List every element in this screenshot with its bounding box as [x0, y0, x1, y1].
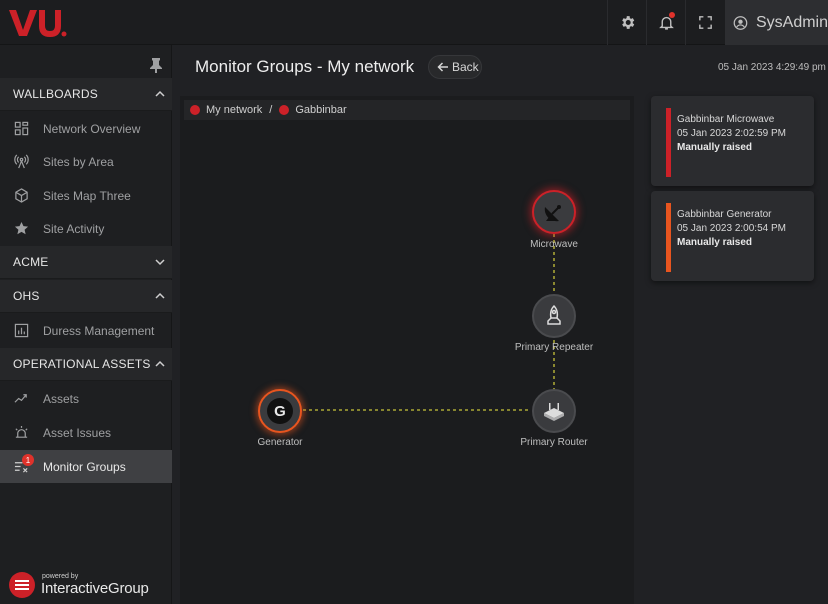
current-datetime: 05 Jan 2023 4:29:49 pm [718, 62, 826, 73]
breadcrumb: My network / Gabbinbar [184, 100, 630, 120]
user-avatar-icon [733, 15, 748, 30]
antenna-icon [14, 154, 29, 169]
sidebar-item-label: Monitor Groups [43, 459, 126, 474]
pin-icon[interactable] [149, 57, 163, 73]
breadcrumb-separator: / [269, 104, 273, 116]
settings-button[interactable] [607, 0, 646, 45]
alert-time: 05 Jan 2023 2:00:54 PM [677, 223, 786, 234]
arrow-left-icon [437, 62, 448, 72]
section-title: WALLBOARDS [13, 87, 98, 101]
rocket-icon [547, 304, 561, 325]
cube-icon [15, 188, 28, 203]
breadcrumb-item[interactable]: Gabbinbar [295, 104, 346, 116]
alert-title: Gabbinbar Microwave [677, 114, 775, 125]
generator-icon: G [267, 398, 293, 424]
sidebar-item-asset-issues[interactable]: Asset Issues [0, 416, 172, 449]
star-icon [14, 221, 29, 235]
user-name: SysAdmin [755, 13, 828, 31]
sidebar-item-sites-by-area[interactable]: Sites by Area [0, 145, 172, 178]
notification-dot [669, 12, 675, 18]
chevron-up-icon [155, 90, 165, 97]
alert-card[interactable]: Gabbinbar Generator 05 Jan 2023 2:00:54 … [651, 191, 814, 281]
powered-by-text: powered by [42, 573, 79, 580]
router-icon [544, 403, 564, 421]
node-primary-repeater[interactable] [532, 294, 576, 338]
status-dot [190, 105, 200, 115]
vu-logo[interactable] [7, 6, 67, 40]
satellite-dish-icon [544, 205, 561, 222]
chevron-up-icon [155, 292, 165, 299]
powered-by-brand: InteractiveGroup [41, 580, 149, 597]
sidebar-item-monitor-groups[interactable]: 1 Monitor Groups [0, 450, 172, 483]
chevron-up-icon [155, 360, 165, 367]
interactive-group-logo-icon [9, 572, 35, 598]
node-label: Primary Router [520, 437, 588, 448]
node-primary-router[interactable] [532, 389, 576, 433]
section-acme[interactable]: ACME [0, 246, 172, 279]
sidebar-item-label: Site Activity [43, 221, 105, 236]
alert-time: 05 Jan 2023 2:02:59 PM [677, 128, 786, 139]
sidebar-item-label: Duress Management [43, 323, 155, 338]
node-label: Generator [257, 437, 303, 448]
top-bar: SysAdmin [0, 0, 828, 45]
sidebar: WALLBOARDS Network Overview Sites by Are… [0, 45, 172, 604]
section-title: OPERATIONAL ASSETS [13, 357, 151, 371]
bar-chart-icon [14, 323, 29, 338]
count-badge: 1 [22, 454, 34, 466]
gear-icon [621, 16, 634, 29]
chevron-down-icon [155, 259, 165, 266]
sidebar-item-duress-management[interactable]: Duress Management [0, 314, 172, 347]
fullscreen-icon [698, 16, 712, 29]
sidebar-item-label: Asset Issues [43, 425, 112, 440]
alert-status: Manually raised [677, 237, 753, 248]
sidebar-item-network-overview[interactable]: Network Overview [0, 112, 172, 145]
node-microwave[interactable] [532, 190, 576, 234]
sidebar-item-label: Network Overview [43, 121, 141, 136]
section-title: OHS [13, 289, 40, 303]
assets-icon [14, 394, 27, 403]
powered-by-logo: powered by InteractiveGroup [8, 571, 168, 599]
node-label: Microwave [530, 239, 578, 250]
fullscreen-button[interactable] [685, 0, 724, 45]
node-generator[interactable]: G [258, 389, 302, 433]
alarm-icon [15, 425, 28, 438]
alert-status: Manually raised [677, 142, 753, 153]
section-title: ACME [13, 255, 49, 269]
user-menu[interactable]: SysAdmin [725, 0, 828, 45]
alert-card[interactable]: Gabbinbar Microwave 05 Jan 2023 2:02:59 … [651, 96, 814, 186]
status-dot [279, 105, 290, 115]
section-operational-assets[interactable]: OPERATIONAL ASSETS [0, 348, 172, 381]
sidebar-item-label: Sites Map Three [43, 188, 131, 203]
alert-severity-bar [666, 203, 671, 272]
sidebar-item-assets[interactable]: Assets [0, 382, 172, 415]
back-button[interactable]: Back [428, 55, 482, 79]
sidebar-item-label: Sites by Area [43, 154, 114, 169]
sidebar-item-site-activity[interactable]: Site Activity [0, 212, 172, 245]
breadcrumb-item[interactable]: My network [206, 104, 262, 116]
node-label: Primary Repeater [514, 342, 594, 353]
sidebar-item-label: Assets [43, 391, 80, 406]
section-ohs[interactable]: OHS [0, 280, 172, 313]
alert-severity-bar [666, 108, 671, 177]
alert-title: Gabbinbar Generator [677, 209, 772, 220]
notifications-button[interactable] [646, 0, 685, 45]
section-wallboards[interactable]: WALLBOARDS [0, 78, 172, 111]
sidebar-item-sites-map-three[interactable]: Sites Map Three [0, 179, 172, 212]
page-title: Monitor Groups - My network [195, 57, 415, 76]
grid-icon [14, 121, 29, 136]
back-label: Back [452, 60, 479, 74]
